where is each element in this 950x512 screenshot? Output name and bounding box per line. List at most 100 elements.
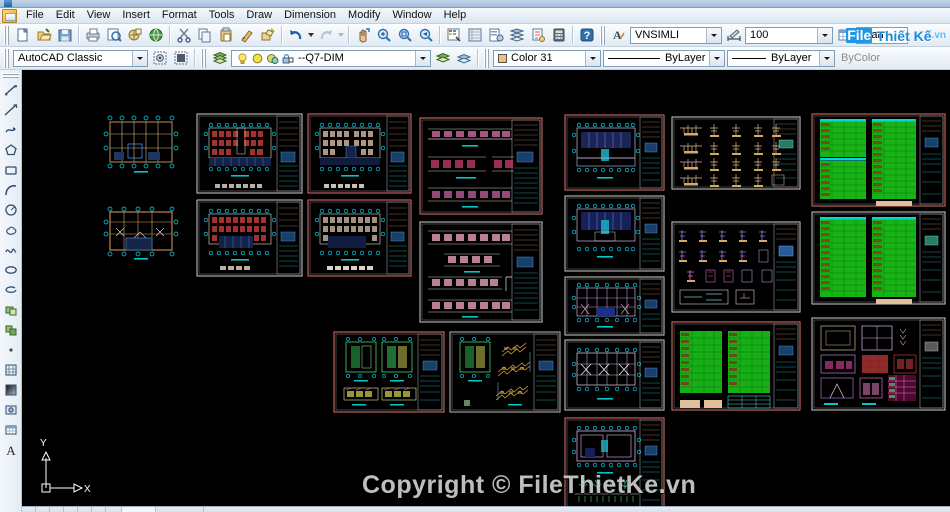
layer-previous-icon[interactable] [432,48,453,69]
point-icon[interactable] [1,340,21,360]
save-icon[interactable] [54,25,75,46]
publish-icon[interactable] [124,25,145,46]
ellipse-arc-icon[interactable] [1,280,21,300]
text-style-combo[interactable]: VNSIMLI [630,26,722,44]
menu-item-format[interactable]: Format [156,8,203,23]
chevron-down-icon[interactable] [132,50,147,66]
draw-toolbar-grip[interactable] [2,72,19,78]
chevron-down-icon[interactable] [709,50,724,66]
construction-line-icon[interactable] [1,100,21,120]
redo-icon[interactable] [315,25,336,46]
workspace-combo[interactable]: AutoCAD Classic [13,49,148,67]
menu-item-insert[interactable]: Insert [116,8,156,23]
plot-icon[interactable] [82,25,103,46]
drawing-canvas[interactable]: Y X Copyright © FileThietKe.vn [22,70,950,512]
layer-control-combo[interactable]: --Q7-DIM [231,49,431,67]
lineweight-control-combo[interactable]: ByLayer [727,49,835,67]
toolbar-grip[interactable] [3,25,9,45]
sheet-rebar-schedule-1 [671,321,801,411]
menu-item-help[interactable]: Help [438,8,473,23]
chevron-down-icon[interactable] [706,27,721,43]
table-style-icon[interactable] [834,25,855,46]
make-object-layer-current-icon[interactable] [453,48,474,69]
make-block-icon[interactable] [1,320,21,340]
layer-lock-icon [282,53,294,63]
properties-grip[interactable] [483,48,489,68]
block-editor-icon[interactable] [257,25,278,46]
design-center-icon[interactable] [464,25,485,46]
tool-palettes-icon[interactable] [485,25,506,46]
gradient-icon[interactable] [1,380,21,400]
plotstyle-control-combo: ByColor [837,50,883,67]
lineweight-preview [732,57,766,59]
menu-item-file[interactable]: File [20,8,50,23]
dimension-style-icon[interactable] [723,25,744,46]
workspace-settings-icon[interactable] [149,48,170,69]
rectangle-icon[interactable] [1,160,21,180]
spline-icon[interactable] [1,240,21,260]
chevron-down-icon[interactable] [819,50,834,66]
layer-properties-manager-icon[interactable] [209,48,230,69]
sheet-section-4 [564,339,665,411]
linetype-control-combo[interactable]: ByLayer [603,49,725,67]
undo-dropdown-icon[interactable] [306,25,315,46]
revision-cloud-icon[interactable] [1,220,21,240]
polygon-icon[interactable] [1,140,21,160]
chevron-down-icon[interactable] [817,27,832,43]
layers-grip[interactable] [200,48,206,68]
my-workspace-icon[interactable] [170,48,191,69]
zoom-realtime-icon[interactable] [373,25,394,46]
help-icon[interactable]: ? [576,25,597,46]
menu-item-draw[interactable]: Draw [240,8,278,23]
menu-item-window[interactable]: Window [386,8,437,23]
sheet-rebar-details-2 [671,221,801,313]
workspaces-grip[interactable] [3,48,9,68]
arc-icon[interactable] [1,180,21,200]
status-bar-strip[interactable] [22,506,950,512]
draw-toolbar: A [0,70,22,512]
ellipse-icon[interactable] [1,260,21,280]
new-icon[interactable] [12,25,33,46]
application-menu-icon[interactable] [2,8,17,23]
redo-dropdown-icon[interactable] [336,25,345,46]
open-icon[interactable] [33,25,54,46]
insert-block-icon[interactable] [1,300,21,320]
text-style-icon[interactable]: A [608,25,629,46]
publish-web-icon[interactable] [145,25,166,46]
markup-set-manager-icon[interactable] [527,25,548,46]
paste-icon[interactable] [215,25,236,46]
circle-icon[interactable] [1,200,21,220]
sheet-set-manager-icon[interactable] [506,25,527,46]
match-properties-icon[interactable] [236,25,257,46]
properties-icon[interactable] [443,25,464,46]
line-icon[interactable] [1,80,21,100]
polyline-icon[interactable] [1,120,21,140]
sheet-steel-table-1 [811,113,946,207]
chevron-down-icon[interactable] [585,50,600,66]
dimension-style-combo[interactable]: 100 [745,26,833,44]
hatch-icon[interactable] [1,360,21,380]
menu-item-modify[interactable]: Modify [342,8,386,23]
table-icon[interactable] [1,420,21,440]
menu-item-tools[interactable]: Tools [203,8,241,23]
menu-item-view[interactable]: View [81,8,117,23]
cut-icon[interactable] [173,25,194,46]
cad-drawing-content [103,113,946,510]
zoom-window-icon[interactable] [394,25,415,46]
table-style-combo[interactable]: Stan [856,26,908,44]
multiline-text-icon[interactable]: A [1,440,21,460]
menu-item-dimension[interactable]: Dimension [278,8,342,23]
quick-calc-icon[interactable] [548,25,569,46]
color-control-combo[interactable]: Color 31 [493,49,601,67]
chevron-down-icon[interactable] [415,50,430,66]
sheet-arch-plan-2 [307,113,412,194]
pan-icon[interactable] [352,25,373,46]
table-style-value: Stan [861,28,884,41]
region-icon[interactable] [1,400,21,420]
plot-preview-icon[interactable] [103,25,124,46]
copy-icon[interactable] [194,25,215,46]
zoom-previous-icon[interactable] [415,25,436,46]
menu-item-edit[interactable]: Edit [50,8,81,23]
styles-toolbar-grip[interactable] [599,25,605,45]
undo-icon[interactable] [285,25,306,46]
